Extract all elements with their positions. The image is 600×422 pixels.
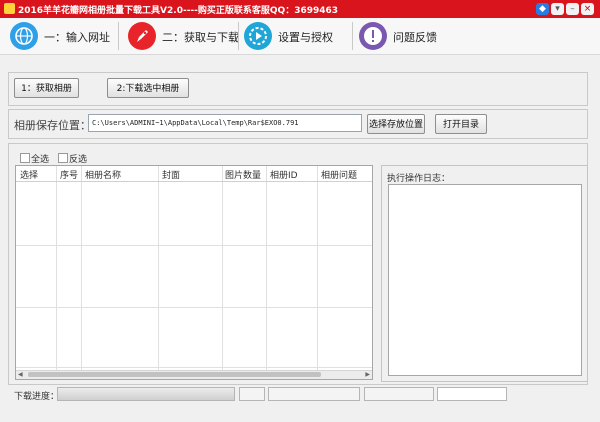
status-cell — [268, 387, 360, 401]
tab-fetch-download[interactable]: 二：获取与下载 — [128, 18, 239, 54]
column-divider — [222, 166, 223, 372]
column-divider — [158, 166, 159, 372]
column-header-index[interactable]: 序号 — [60, 168, 78, 181]
tab-bar: 一：输入网址 二：获取与下载 设置与授权 问题反馈 — [0, 18, 600, 55]
invert-selection-label[interactable]: 反选 — [69, 152, 87, 165]
menu-icon[interactable]: ▾ — [551, 3, 564, 15]
tab-feedback-label: 问题反馈 — [393, 31, 437, 44]
open-directory-button[interactable]: 打开目录 — [435, 114, 487, 134]
column-header-album-name[interactable]: 相册名称 — [85, 168, 121, 181]
select-all-label[interactable]: 全选 — [31, 152, 49, 165]
tab-fetch-download-label: 二：获取与下载 — [162, 31, 239, 44]
album-table[interactable]: 选择 序号 相册名称 封面 图片数量 相册ID 相册问题 ◀ ▶ — [15, 165, 373, 380]
column-header-album-issue[interactable]: 相册问题 — [321, 168, 357, 181]
log-textarea[interactable] — [388, 184, 582, 376]
rocket-icon — [128, 22, 156, 50]
column-header-cover[interactable]: 封面 — [162, 168, 180, 181]
save-path-field[interactable]: C:\Users\ADMINI~1\AppData\Local\Temp\Rar… — [88, 114, 362, 132]
column-header-select[interactable]: 选择 — [20, 168, 38, 181]
choose-location-button[interactable]: 选择存放位置 — [367, 114, 425, 134]
log-label: 执行操作日志： — [387, 174, 451, 184]
app-icon — [4, 3, 15, 14]
tab-settings-license[interactable]: 设置与授权 — [244, 18, 344, 54]
status-cell — [364, 387, 434, 401]
column-divider — [56, 166, 57, 372]
scrollbar-thumb[interactable] — [28, 372, 321, 377]
tab-divider — [118, 22, 119, 50]
invert-selection-checkbox[interactable] — [58, 153, 68, 163]
status-cell — [239, 387, 265, 401]
select-all-checkbox[interactable] — [20, 153, 30, 163]
column-divider — [317, 166, 318, 372]
column-header-album-id[interactable]: 相册ID — [270, 168, 298, 181]
fetch-album-button[interactable]: 1：获取相册 — [14, 78, 79, 98]
progress-label: 下载进度： — [14, 392, 60, 402]
window-title: 2016羊羊花瓣网相册批量下载工具V2.0----购买正版联系客服QQ：3699… — [18, 6, 339, 16]
close-button[interactable]: × — [581, 3, 594, 15]
download-selected-button[interactable]: 2:下载选中相册 — [107, 78, 189, 98]
scroll-left-icon[interactable]: ◀ — [18, 371, 23, 379]
tab-divider — [352, 22, 353, 50]
status-cell — [437, 387, 507, 401]
download-progress-bar — [57, 387, 235, 401]
header-divider — [16, 181, 372, 182]
tab-input-url[interactable]: 一：输入网址 — [10, 18, 110, 54]
row-divider — [16, 367, 372, 368]
skin-icon[interactable]: ◆ — [536, 3, 549, 15]
scroll-right-icon[interactable]: ▶ — [365, 371, 370, 379]
globe-icon — [10, 22, 38, 50]
row-divider — [16, 307, 372, 308]
column-header-image-count[interactable]: 图片数量 — [225, 168, 261, 181]
tab-feedback[interactable]: 问题反馈 — [359, 18, 449, 54]
horizontal-scrollbar[interactable]: ◀ ▶ — [16, 370, 372, 379]
save-path-panel: 相册保存位置： C:\Users\ADMINI~1\AppData\Local\… — [8, 109, 588, 139]
tab-input-url-label: 一：输入网址 — [44, 31, 110, 44]
exclamation-icon — [359, 22, 387, 50]
column-divider — [266, 166, 267, 372]
actions-panel: 1：获取相册 2:下载选中相册 — [8, 72, 588, 106]
tab-settings-license-label: 设置与授权 — [278, 31, 333, 44]
save-path-label: 相册保存位置： — [14, 119, 91, 132]
row-divider — [16, 245, 372, 246]
title-bar: 2016羊羊花瓣网相册批量下载工具V2.0----购买正版联系客服QQ：3699… — [0, 0, 600, 18]
log-panel: 执行操作日志： — [381, 165, 588, 382]
tab-divider — [238, 22, 239, 50]
column-divider — [81, 166, 82, 372]
play-gear-icon — [244, 22, 272, 50]
minimize-button[interactable]: – — [566, 3, 579, 15]
